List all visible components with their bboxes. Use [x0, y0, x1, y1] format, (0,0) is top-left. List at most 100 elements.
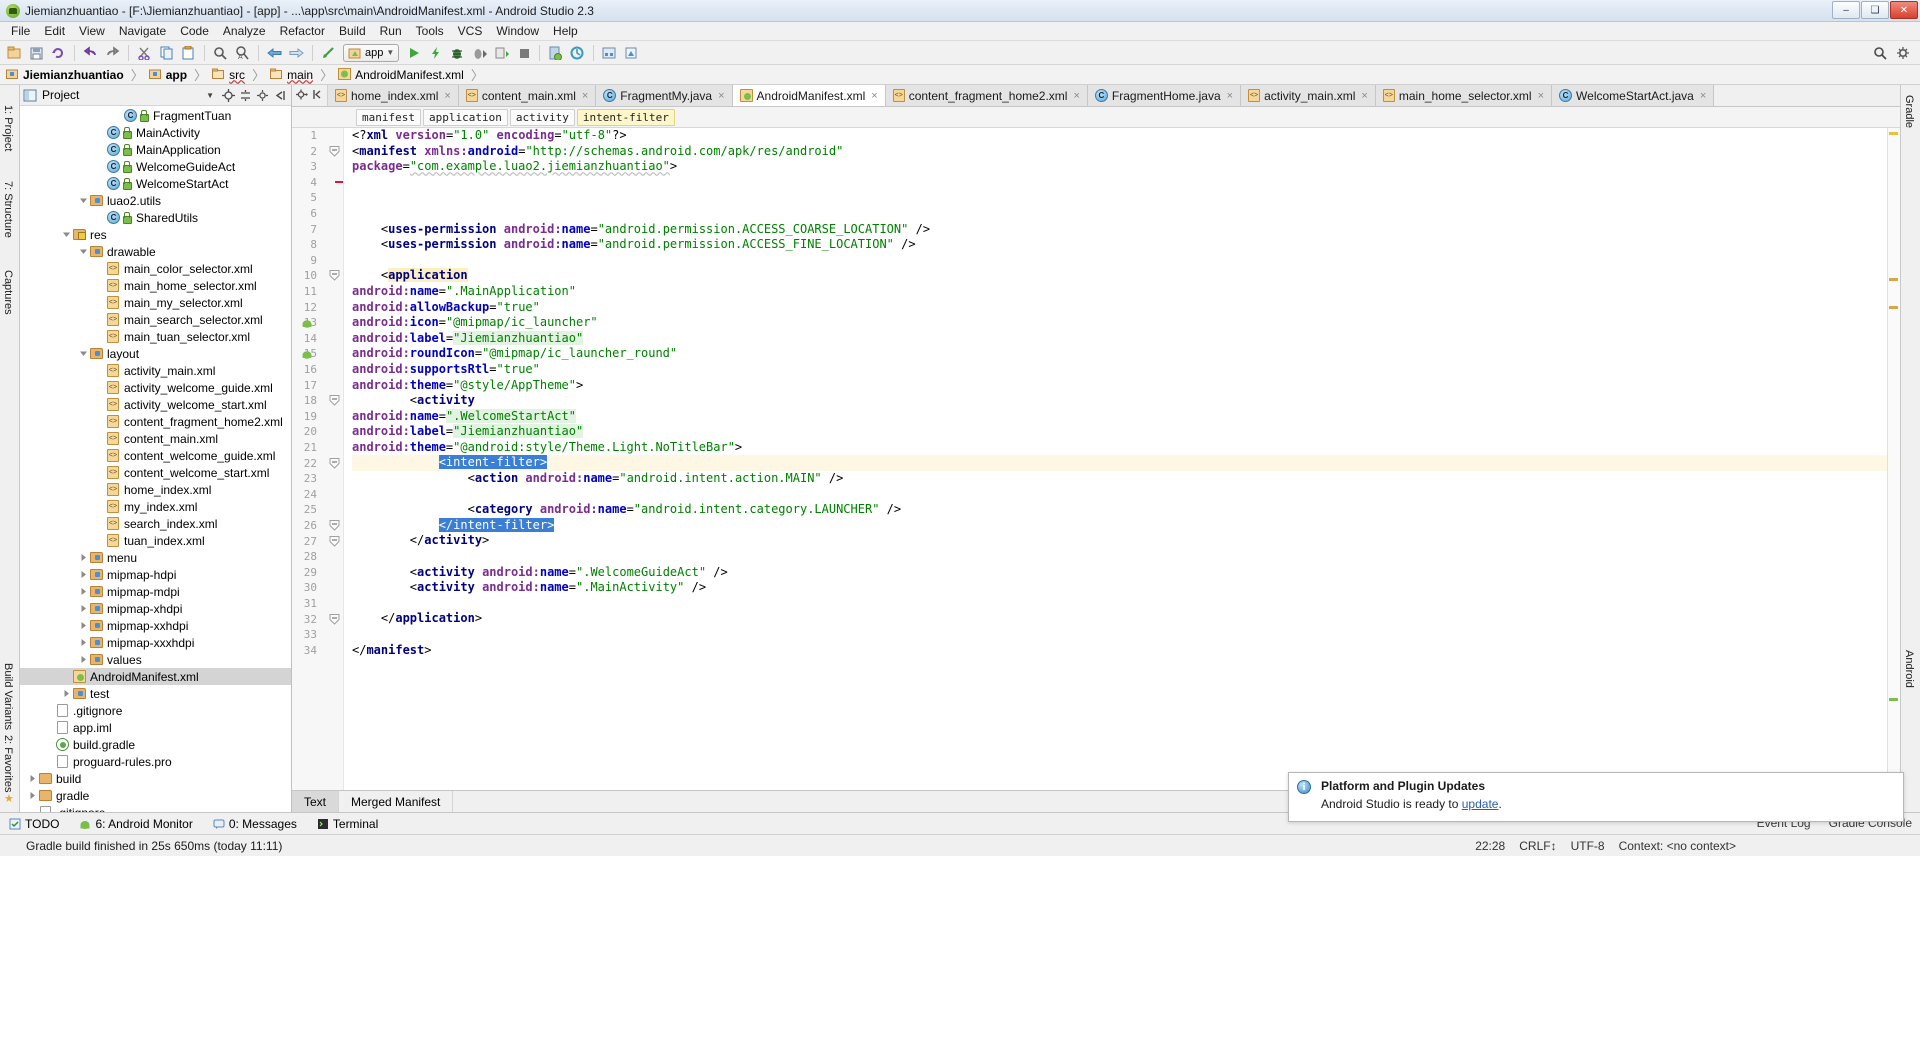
marker-strip[interactable] [1887, 128, 1900, 790]
fold-toggle-icon[interactable] [329, 457, 340, 469]
fold-toggle-icon[interactable] [329, 535, 340, 547]
rail-item-build-variants[interactable]: Build Variants [2, 663, 14, 730]
tree-row[interactable]: .gitignore [20, 702, 291, 719]
tree-row[interactable]: <> content_main.xml [20, 430, 291, 447]
hide-panel-icon[interactable] [271, 87, 288, 104]
close-icon[interactable]: × [718, 90, 724, 102]
menu-item-code[interactable]: Code [173, 22, 216, 40]
menu-item-edit[interactable]: Edit [37, 22, 72, 40]
update-link[interactable]: update [1462, 797, 1499, 811]
rail-item-project[interactable]: 1: Project [2, 105, 14, 151]
menu-item-file[interactable]: File [4, 22, 37, 40]
tree-row[interactable]: <> home_index.xml [20, 481, 291, 498]
tree-row[interactable]: proguard-rules.pro [20, 753, 291, 770]
status-line-separator[interactable]: CRLF↕ [1519, 839, 1556, 853]
tool-window-button-0--messages[interactable]: 0: Messages [208, 817, 302, 831]
chevron-right-icon[interactable] [77, 637, 89, 649]
chevron-right-icon[interactable] [26, 773, 38, 785]
tree-row[interactable]: <> activity_welcome_guide.xml [20, 379, 291, 396]
settings-gear-icon[interactable] [295, 88, 309, 104]
run-icon[interactable] [403, 43, 424, 63]
rail-item-structure[interactable]: 7: Structure [2, 181, 14, 238]
close-icon[interactable]: × [1700, 90, 1706, 102]
search-everywhere-icon[interactable] [1870, 43, 1891, 63]
tree-row[interactable]: test [20, 685, 291, 702]
tree-row[interactable]: <> content_welcome_start.xml [20, 464, 291, 481]
tree-row[interactable]: <> content_welcome_guide.xml [20, 447, 291, 464]
copy-icon[interactable] [156, 43, 177, 63]
close-icon[interactable]: × [1073, 90, 1079, 102]
rail-item-captures[interactable]: Captures [2, 270, 14, 315]
sdk-manager-icon[interactable] [567, 43, 588, 63]
tree-row[interactable]: .gitignore [20, 804, 291, 812]
run-coverage-icon[interactable] [469, 43, 490, 63]
replace-icon[interactable]: A [232, 43, 253, 63]
menu-item-help[interactable]: Help [546, 22, 585, 40]
editor-tab-content-fragment-home2-xml[interactable]: <> content_fragment_home2.xml × [885, 85, 1088, 106]
attach-debugger-icon[interactable] [491, 43, 512, 63]
close-icon[interactable]: × [1538, 90, 1544, 102]
code-content[interactable]: <?xml version="1.0" encoding="utf-8"?> <m… [344, 128, 1900, 790]
breadcrumb-item-main[interactable]: main [270, 68, 315, 82]
menu-item-navigate[interactable]: Navigate [112, 22, 173, 40]
back-icon[interactable] [264, 43, 285, 63]
notification-balloon[interactable]: i Platform and Plugin Updates Android St… [1288, 772, 1904, 822]
chevron-right-icon[interactable] [77, 586, 89, 598]
breadcrumb-item-jiemianzhuantiao[interactable]: Jiemianzhuantiao [6, 68, 126, 82]
fold-toggle-icon[interactable] [329, 270, 340, 282]
collapse-all-icon[interactable] [237, 87, 254, 104]
chevron-down-icon[interactable] [77, 348, 89, 360]
chevron-down-icon[interactable] [60, 229, 72, 241]
menu-item-window[interactable]: Window [489, 22, 546, 40]
menu-item-analyze[interactable]: Analyze [216, 22, 273, 40]
close-icon[interactable]: × [444, 90, 450, 102]
settings-gear-icon[interactable] [1893, 43, 1914, 63]
tree-row[interactable]: C SharedUtils [20, 209, 291, 226]
tree-row[interactable]: <> search_index.xml [20, 515, 291, 532]
tree-row[interactable]: <> main_my_selector.xml [20, 294, 291, 311]
tree-row[interactable]: mipmap-hdpi [20, 566, 291, 583]
tree-row[interactable]: res [20, 226, 291, 243]
menu-item-vcs[interactable]: VCS [451, 22, 490, 40]
chevron-right-icon[interactable] [77, 569, 89, 581]
menu-item-tools[interactable]: Tools [409, 22, 451, 40]
chevron-right-icon[interactable] [77, 620, 89, 632]
settings-gear-icon[interactable] [254, 87, 271, 104]
rail-item-android[interactable]: Android [1903, 650, 1915, 688]
tree-row[interactable]: mipmap-xxxhdpi [20, 634, 291, 651]
tree-row[interactable]: layout [20, 345, 291, 362]
avd-manager-icon[interactable] [545, 43, 566, 63]
fold-toggle-icon[interactable] [329, 395, 340, 406]
status-encoding[interactable]: UTF-8 [1571, 839, 1605, 853]
editor-tab-content-main-xml[interactable]: <> content_main.xml × [458, 85, 597, 106]
editor-mode-tab-merged-manifest[interactable]: Merged Manifest [339, 791, 454, 812]
open-folder-icon[interactable] [4, 43, 25, 63]
close-icon[interactable]: × [871, 90, 877, 102]
tree-row[interactable]: <> main_color_selector.xml [20, 260, 291, 277]
chevron-down-icon[interactable]: ▼ [206, 91, 214, 100]
find-icon[interactable] [210, 43, 231, 63]
breadcrumb-item-src[interactable]: src [212, 68, 247, 82]
editor-tab-welcomestartact-java[interactable]: C WelcomeStartAct.java × [1552, 85, 1715, 106]
tree-row[interactable]: <> activity_main.xml [20, 362, 291, 379]
tree-row[interactable]: drawable [20, 243, 291, 260]
editor-tab-androidmanifest-xml[interactable]: AndroidManifest.xml × [732, 85, 886, 106]
sync-icon[interactable] [48, 43, 69, 63]
tree-row[interactable]: C MainActivity [20, 124, 291, 141]
tree-row[interactable]: mipmap-mdpi [20, 583, 291, 600]
tree-row[interactable]: menu [20, 549, 291, 566]
tree-row[interactable]: <> activity_welcome_start.xml [20, 396, 291, 413]
close-icon[interactable]: × [1361, 90, 1367, 102]
tool-window-button-terminal[interactable]: Terminal [312, 817, 383, 831]
locate-icon[interactable] [220, 87, 237, 104]
tree-row[interactable]: C FragmentTuan [20, 107, 291, 124]
breadcrumb-item-app[interactable]: app [148, 68, 189, 82]
paste-icon[interactable] [178, 43, 199, 63]
chevron-right-icon[interactable] [60, 688, 72, 700]
project-structure-icon[interactable] [599, 43, 620, 63]
menu-item-build[interactable]: Build [332, 22, 373, 40]
chevron-down-icon[interactable] [77, 195, 89, 207]
tool-window-button-todo[interactable]: TODO [4, 817, 64, 831]
hide-panel-icon[interactable] [312, 88, 324, 104]
xml-breadcrumb-application[interactable]: application [422, 108, 508, 126]
